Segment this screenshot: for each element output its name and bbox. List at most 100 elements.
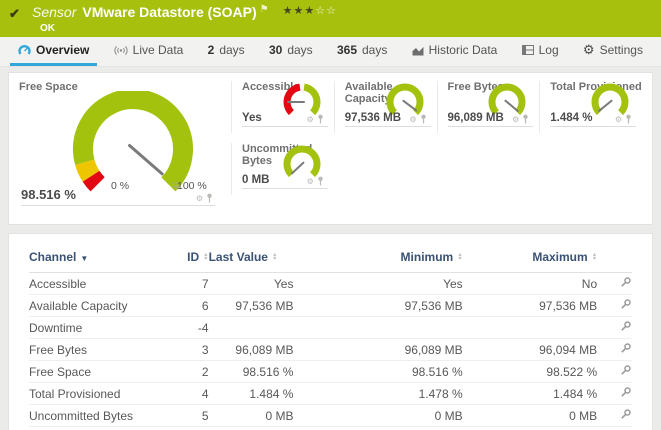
pin-icon[interactable]	[420, 114, 427, 124]
tile-divider	[21, 205, 215, 206]
tab-live-data[interactable]: Live Data	[106, 37, 192, 66]
channel-table: Channel▼ ID▲▼ Last Value▲▼ Minimum▲▼ Max…	[29, 246, 632, 427]
tab-bar: Overview Live Data 2 days 30 days 365 da…	[0, 37, 661, 67]
gauge-tile-free-bytes[interactable]: Free Bytes 96,089 MB ⚙	[437, 81, 540, 133]
gauge-tile-free-space[interactable]: Free Space % 0 % 100 % 98.516 % ⚙	[19, 81, 231, 216]
channel-name: Uncommitted Bytes	[29, 405, 169, 427]
column-header-minimum[interactable]: Minimum▲▼	[293, 246, 462, 273]
pin-icon[interactable]	[206, 193, 213, 203]
sort-icon: ▲▼	[457, 253, 462, 261]
table-row-total-provisioned: Total Provisioned 4 1.484 % 1.478 % 1.48…	[29, 383, 632, 405]
tab-overview[interactable]: Overview	[10, 37, 97, 66]
gauges-panel: Free Space % 0 % 100 % 98.516 % ⚙ Access…	[8, 72, 653, 225]
column-header-id[interactable]: ID▲▼	[169, 246, 209, 273]
channel-name: Total Provisioned	[29, 383, 169, 405]
sort-icon: ▲▼	[592, 253, 597, 261]
minimum-value: 96,089 MB	[293, 339, 462, 361]
channel-gear-icon[interactable]: ⚙	[615, 116, 622, 124]
tile-divider	[242, 188, 328, 189]
channel-settings-icon[interactable]	[620, 298, 632, 310]
maximum-value: 0 MB	[463, 405, 597, 427]
column-header-last-value[interactable]: Last Value▲▼	[209, 246, 294, 273]
channel-name: Downtime	[29, 317, 169, 339]
column-header-settings	[597, 246, 632, 273]
channel-settings-icon[interactable]	[620, 276, 632, 288]
channel-settings-icon[interactable]	[620, 342, 632, 354]
gauge-icon	[18, 44, 31, 56]
tab-2-days-number: 2	[208, 43, 215, 57]
gauge-value: 97,536 MB	[345, 112, 401, 124]
minimum-value: 97,536 MB	[293, 295, 462, 317]
table-row-accessible: Accessible 7 Yes Yes No	[29, 273, 632, 295]
minimum-value: 98.516 %	[293, 361, 462, 383]
gauge-value: 1.484 %	[550, 112, 592, 124]
channel-id: 5	[169, 405, 209, 427]
tab-historic-data-label: Historic Data	[429, 43, 498, 57]
last-value: 0 MB	[209, 405, 294, 427]
gauge-value: 98.516 %	[21, 187, 76, 202]
channel-gear-icon[interactable]: ⚙	[409, 116, 416, 124]
channel-gear-icon[interactable]: ⚙	[196, 195, 203, 203]
accessible-needle	[287, 101, 305, 103]
stars-empty[interactable]: ☆☆	[315, 5, 337, 17]
tab-settings-label: Settings	[600, 43, 643, 57]
channel-gear-icon[interactable]: ⚙	[307, 178, 314, 186]
table-row-free-space: Free Space 2 98.516 % 98.516 % 98.522 %	[29, 361, 632, 383]
last-value: 1.484 %	[209, 383, 294, 405]
tab-30-days-number: 30	[269, 43, 282, 57]
tab-30-days[interactable]: 30 days	[261, 37, 321, 66]
table-row-available-capacity: Available Capacity 6 97,536 MB 97,536 MB…	[29, 295, 632, 317]
gauge-tile-total-provisioned[interactable]: Total Provisioned 1.484 % ⚙	[539, 81, 642, 133]
pin-icon[interactable]	[317, 114, 324, 124]
last-value	[209, 317, 294, 339]
tab-2-days[interactable]: 2 days	[200, 37, 253, 66]
small-gauges-row-2: Uncommitted Bytes 0 MB ⚙	[231, 143, 642, 195]
table-row-uncommitted-bytes: Uncommitted Bytes 5 0 MB 0 MB 0 MB	[29, 405, 632, 427]
channel-id: 3	[169, 339, 209, 361]
pin-icon[interactable]	[522, 114, 529, 124]
tab-historic-data[interactable]: Historic Data	[404, 37, 506, 66]
log-table-icon	[522, 45, 534, 55]
channel-id: 4	[169, 383, 209, 405]
gauge-tile-available-capacity[interactable]: Available Capacity 97,536 MB ⚙	[334, 81, 437, 133]
table-row-free-bytes: Free Bytes 3 96,089 MB 96,089 MB 96,094 …	[29, 339, 632, 361]
maximum-value	[463, 317, 597, 339]
tab-365-days[interactable]: 365 days	[329, 37, 395, 66]
channel-settings-icon[interactable]	[620, 408, 632, 420]
last-value: Yes	[209, 273, 294, 295]
gauge-tile-uncommitted-bytes[interactable]: Uncommitted Bytes 0 MB ⚙	[231, 143, 334, 195]
tab-log[interactable]: Log	[514, 37, 567, 66]
minimum-value: Yes	[293, 273, 462, 295]
channel-name: Free Space	[29, 361, 169, 383]
channel-settings-icon[interactable]	[620, 320, 632, 332]
tile-divider	[345, 126, 431, 127]
tab-365-days-unit: days	[362, 43, 387, 57]
stars-filled[interactable]: ★★★	[283, 5, 316, 17]
minimum-value: 1.478 %	[293, 383, 462, 405]
minimum-value: 0 MB	[293, 405, 462, 427]
tab-settings[interactable]: ⚙ Settings	[575, 37, 651, 66]
gear-icon: ⚙	[583, 42, 595, 58]
channel-id: -4	[169, 317, 209, 339]
minimum-value	[293, 317, 462, 339]
column-header-channel[interactable]: Channel▼	[29, 246, 169, 273]
channel-name: Accessible	[29, 273, 169, 295]
pin-icon[interactable]	[317, 176, 324, 186]
channel-settings-icon[interactable]	[620, 386, 632, 398]
pin-icon[interactable]	[625, 114, 632, 124]
channel-gear-icon[interactable]: ⚙	[512, 116, 519, 124]
priority-stars[interactable]: ★★★☆☆	[283, 5, 337, 17]
column-header-maximum[interactable]: Maximum▲▼	[463, 246, 597, 273]
maximum-value: No	[463, 273, 597, 295]
channel-gear-icon[interactable]: ⚙	[307, 116, 314, 124]
gauge-max-label: 100 %	[177, 180, 207, 192]
priority-flag-icon[interactable]: ⚑	[260, 4, 269, 15]
channel-settings-icon[interactable]	[620, 364, 632, 376]
area-chart-icon	[412, 45, 424, 56]
maximum-value: 98.522 %	[463, 361, 597, 383]
gauge-tile-accessible[interactable]: Accessible Yes ⚙	[231, 81, 334, 133]
tab-log-label: Log	[539, 43, 559, 57]
channel-id: 7	[169, 273, 209, 295]
tile-divider	[242, 126, 328, 127]
channel-table-panel: Channel▼ ID▲▼ Last Value▲▼ Minimum▲▼ Max…	[8, 233, 653, 430]
